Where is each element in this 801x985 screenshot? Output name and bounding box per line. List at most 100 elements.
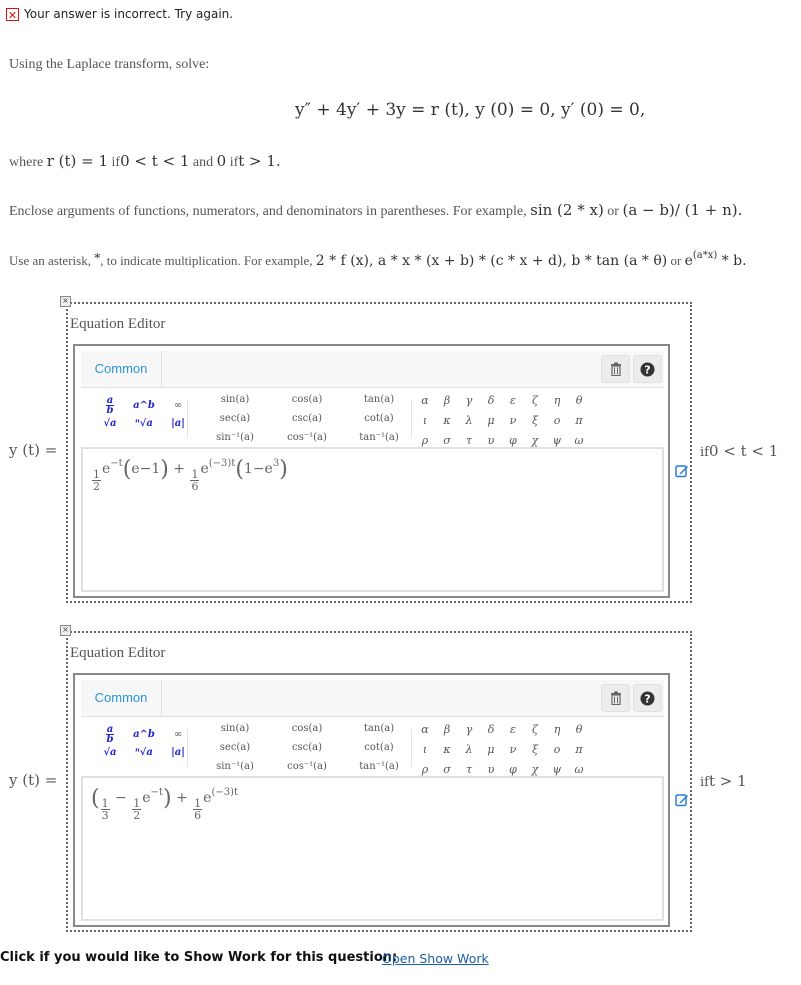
greek-button[interactable]: λ [458,410,480,430]
sec-button[interactable]: sec(a) [199,409,271,428]
help-button[interactable]: ? [633,355,662,383]
greek-button[interactable]: η [546,719,568,739]
arctan-button[interactable]: tan⁻¹(a) [343,757,415,776]
enclose-text: Enclose arguments of functions, numerato… [9,204,527,219]
cos-button[interactable]: cos(a) [271,719,343,738]
greek-button[interactable]: ξ [524,410,546,430]
clear-button[interactable] [601,355,630,383]
condition-range: 0 < t < 1 [708,442,779,460]
infinity-button[interactable]: ∞ [161,396,195,414]
paren-content: 1−e [243,461,273,477]
fraction-button[interactable]: ab [93,395,127,415]
greek-button[interactable]: ξ [524,739,546,759]
greek-button[interactable]: ι [414,739,436,759]
greek-button[interactable]: κ [436,739,458,759]
palette-divider [187,729,188,767]
asterisk-text-2: , to indicate multiplication. For exampl… [100,253,313,268]
asterisk-or: or [670,253,682,268]
feedback-banner: ✕ Your answer is incorrect. Try again. [6,7,233,22]
greek-button[interactable]: β [436,719,458,739]
arccos-button[interactable]: cos⁻¹(a) [271,757,343,776]
nth-root-button[interactable]: ⁿ√a [127,414,161,432]
where-if2: if [229,155,239,170]
cot-button[interactable]: cot(a) [343,409,415,428]
edit-icon[interactable] [675,464,689,478]
svg-text:?: ? [644,692,650,705]
editor-panel: Common ? ab a^b ∞ √a ⁿ√a |a| sin(a) cos(… [73,673,670,927]
greek-button[interactable]: γ [458,719,480,739]
arctan-button[interactable]: tan⁻¹(a) [343,428,415,447]
power-button[interactable]: a^b [127,396,161,414]
greek-button[interactable]: ι [414,410,436,430]
close-icon[interactable]: × [60,625,71,636]
arccos-button[interactable]: cos⁻¹(a) [271,428,343,447]
greek-button[interactable]: κ [436,410,458,430]
tan-button[interactable]: tan(a) [343,390,415,409]
clear-button[interactable] [601,684,630,712]
greek-button[interactable]: ο [546,739,568,759]
exp-tail: * b. [721,253,747,269]
greek-button[interactable]: ν [502,739,524,759]
greek-button[interactable]: δ [480,390,502,410]
power-button[interactable]: a^b [127,725,161,743]
abs-button[interactable]: |a| [161,743,195,761]
frac: 12 [132,798,142,821]
greek-button[interactable]: η [546,390,568,410]
csc-button[interactable]: csc(a) [271,409,343,428]
den: 6 [194,809,202,822]
cot-button[interactable]: cot(a) [343,738,415,757]
sqrt-button[interactable]: √a [93,743,127,761]
asterisk-instructions: Use an asterisk, *, to indicate multipli… [9,250,747,269]
greek-button[interactable]: α [414,390,436,410]
open-show-work-link[interactable]: Open Show Work [382,951,489,966]
sin-button[interactable]: sin(a) [199,390,271,409]
sec-button[interactable]: sec(a) [199,738,271,757]
frac: 16 [193,798,203,822]
greek-button[interactable]: μ [480,410,502,430]
greek-button[interactable]: δ [480,719,502,739]
asterisk-example-1: 2 * f (x), a * x * (x + b) * (c * x + d)… [315,253,668,269]
answer-input[interactable]: 1 2 e−t(e−1) + 1 6 e(−3)t(1−e3) [81,447,664,592]
e: e [142,790,151,806]
greek-button[interactable]: β [436,390,458,410]
greek-button[interactable]: α [414,719,436,739]
tab-common[interactable]: Common [81,680,162,716]
help-button[interactable]: ? [633,684,662,712]
greek-button[interactable]: ε [502,719,524,739]
infinity-button[interactable]: ∞ [161,725,195,743]
cos-button[interactable]: cos(a) [271,390,343,409]
exp: −t [150,787,163,798]
greek-button[interactable]: ε [502,390,524,410]
palette-basic: ab a^b ∞ √a ⁿ√a |a| [93,395,195,432]
nth-root-button[interactable]: ⁿ√a [127,743,161,761]
exp: (−3)t [211,787,239,798]
greek-button[interactable]: λ [458,739,480,759]
greek-button[interactable]: θ [568,390,590,410]
sin-button[interactable]: sin(a) [199,719,271,738]
arcsin-button[interactable]: sin⁻¹(a) [199,428,271,447]
tan-button[interactable]: tan(a) [343,719,415,738]
equation-editor-1: × Equation Editor Common ? ab a^b ∞ √a ⁿ… [60,296,692,603]
condition-if: if [700,445,709,460]
greek-button[interactable]: ζ [524,390,546,410]
greek-button[interactable]: π [568,739,590,759]
tab-common[interactable]: Common [81,351,162,387]
sqrt-button[interactable]: √a [93,414,127,432]
greek-button[interactable]: θ [568,719,590,739]
where-and: and [192,155,214,170]
abs-button[interactable]: |a| [161,414,195,432]
edit-icon[interactable] [675,793,689,807]
answer-input[interactable]: (1 3 − 1 2 e−t) + 1 6 e(−3)t [81,776,664,921]
greek-button[interactable]: ν [502,410,524,430]
arcsin-button[interactable]: sin⁻¹(a) [199,757,271,776]
greek-button[interactable]: μ [480,739,502,759]
greek-button[interactable]: ο [546,410,568,430]
fraction-button[interactable]: ab [93,724,127,744]
symbol-palette: ab a^b ∞ √a ⁿ√a |a| sin(a) cos(a) tan(a)… [81,388,664,447]
csc-button[interactable]: csc(a) [271,738,343,757]
greek-button[interactable]: ζ [524,719,546,739]
greek-button[interactable]: γ [458,390,480,410]
condition-if: if [700,775,709,790]
greek-button[interactable]: π [568,410,590,430]
close-icon[interactable]: × [60,296,71,307]
